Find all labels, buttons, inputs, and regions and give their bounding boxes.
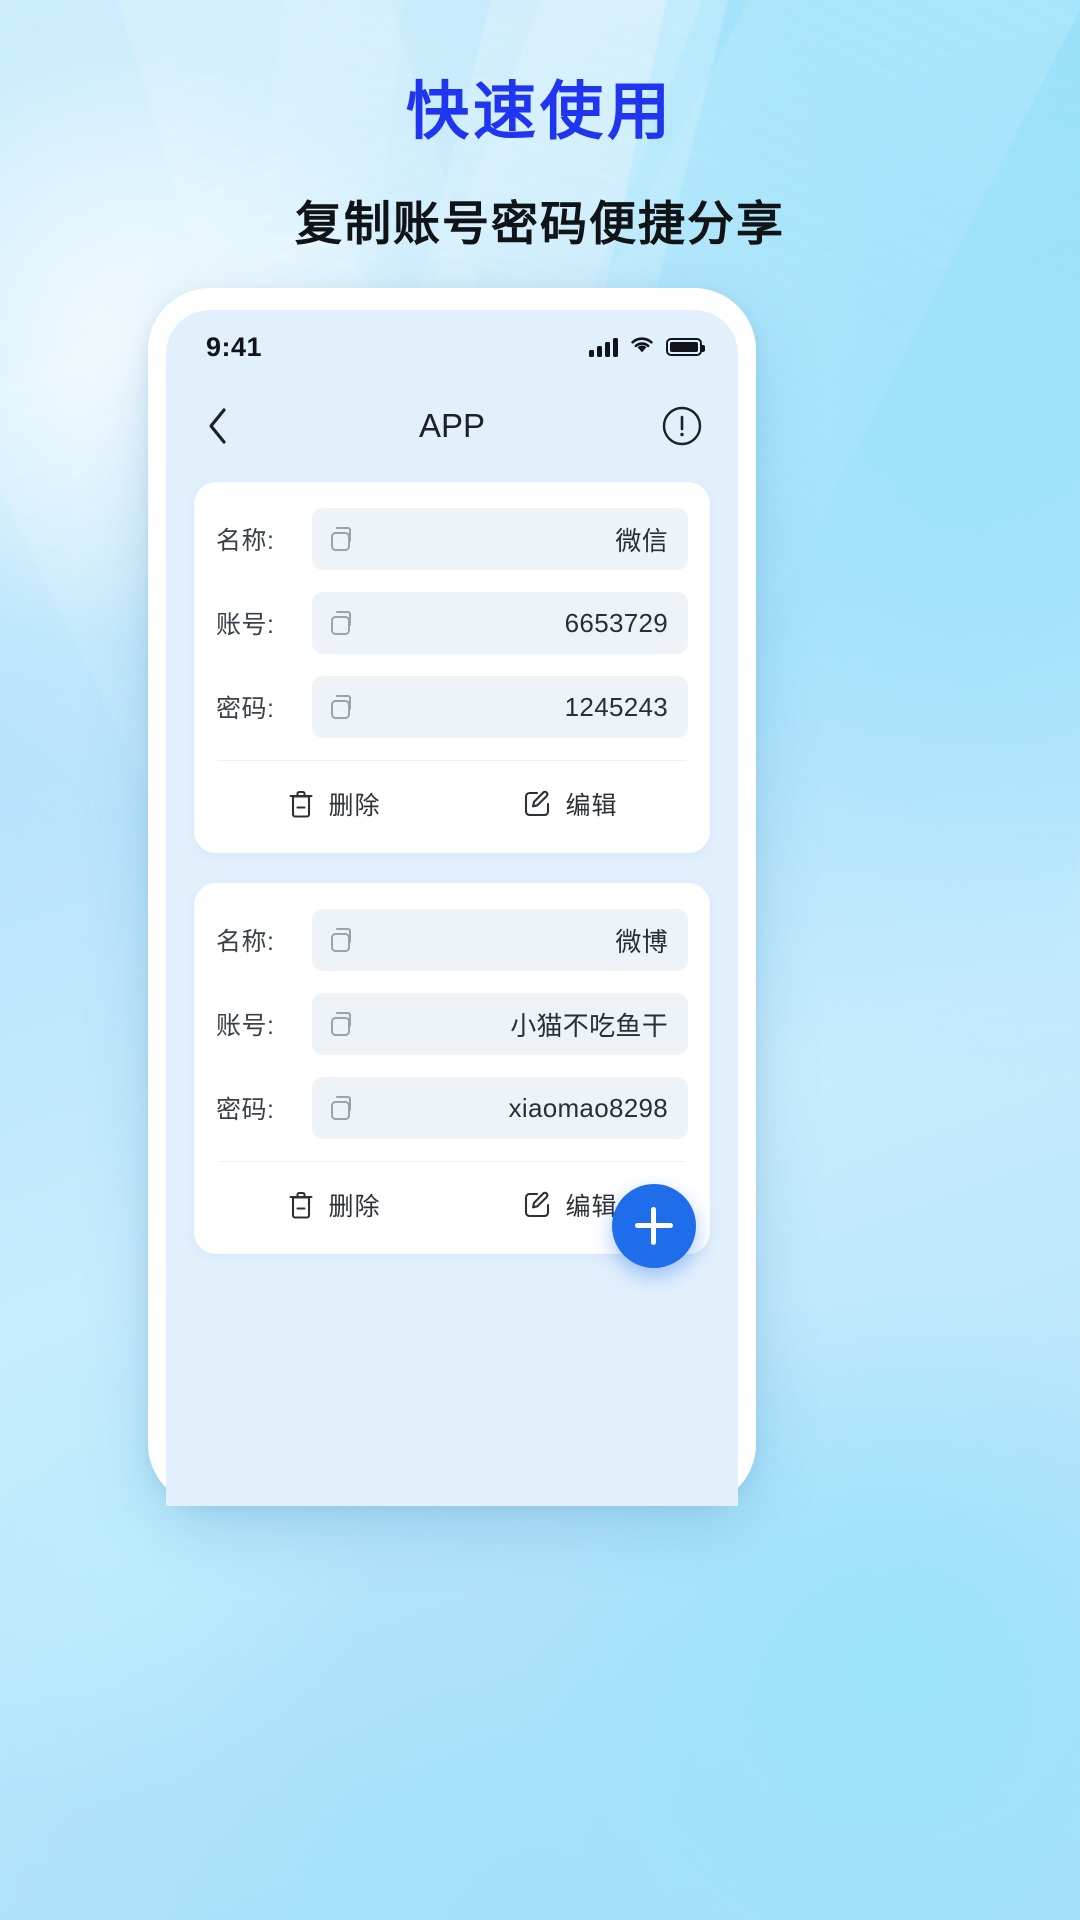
nav-bar: APP: [166, 384, 738, 468]
page-title: APP: [418, 407, 486, 444]
credential-card-list: 名称: 微信 账号: 6653729 密码: 1245243 删除 编辑 名称:…: [166, 468, 738, 1254]
field-row-account: 账号: 6653729: [216, 592, 688, 654]
phone-screen: 9:41 APP 名称: 微信 账号: 6653729 密码: 1245243 …: [166, 310, 738, 1506]
status-bar-icons: [589, 335, 705, 359]
delete-button[interactable]: 删除: [216, 1162, 452, 1248]
card-actions: 删除 编辑: [216, 761, 688, 847]
field-label-name: 名称:: [216, 928, 275, 956]
delete-label: 删除: [328, 792, 381, 820]
copy-icon[interactable]: [328, 524, 358, 554]
promo-title: 快速使用: [406, 77, 674, 147]
chevron-left-icon: [209, 408, 226, 444]
back-button[interactable]: [196, 404, 240, 448]
field-row-password: 密码: xiaomao8298: [216, 1077, 688, 1139]
edit-label: 编辑: [565, 792, 618, 820]
field-row-name: 名称: 微信: [216, 508, 688, 570]
name-value-box[interactable]: 微信: [312, 508, 688, 570]
copy-icon[interactable]: [328, 1009, 358, 1039]
plus-icon: [635, 1207, 673, 1245]
copy-icon[interactable]: [328, 925, 358, 955]
signal-bars-icon: [589, 337, 618, 357]
edit-label: 编辑: [565, 1193, 618, 1221]
exclamation-circle-icon: [662, 406, 702, 446]
password-value-box[interactable]: 1245243: [312, 676, 688, 738]
phone-mockup: 9:41 APP 名称: 微信 账号: 6653729 密码: 1245243 …: [148, 288, 756, 1506]
trash-icon: [289, 790, 314, 818]
field-label-account: 账号:: [216, 611, 275, 639]
pencil-edit-icon: [525, 1191, 550, 1218]
copy-icon[interactable]: [328, 692, 358, 722]
add-credential-fab[interactable]: [612, 1184, 696, 1268]
trash-icon: [289, 1191, 314, 1219]
password-value: 1245243: [564, 691, 668, 722]
wifi-icon: [629, 335, 655, 359]
copy-icon[interactable]: [328, 1093, 358, 1123]
account-value-box[interactable]: 小猫不吃鱼干: [312, 993, 688, 1055]
field-label-password: 密码:: [216, 695, 275, 723]
password-value: xiaomao8298: [508, 1092, 668, 1123]
account-value-box[interactable]: 6653729: [312, 592, 688, 654]
copy-icon[interactable]: [328, 608, 358, 638]
field-label-account: 账号:: [216, 1012, 275, 1040]
account-value: 小猫不吃鱼干: [510, 1010, 668, 1041]
delete-button[interactable]: 删除: [216, 761, 452, 847]
promo-subtitle: 复制账号密码便捷分享: [295, 197, 785, 251]
name-value: 微博: [615, 926, 668, 957]
field-row-account: 账号: 小猫不吃鱼干: [216, 993, 688, 1055]
battery-full-icon: [666, 338, 705, 356]
edit-button[interactable]: 编辑: [452, 761, 688, 847]
field-label-name: 名称:: [216, 527, 275, 555]
field-row-password: 密码: 1245243: [216, 676, 688, 738]
name-value: 微信: [615, 525, 668, 556]
field-row-name: 名称: 微博: [216, 909, 688, 971]
account-value: 6653729: [564, 607, 668, 638]
status-bar: 9:41: [166, 310, 738, 384]
info-button[interactable]: [660, 404, 704, 448]
promo-headings: 快速使用 复制账号密码便捷分享: [0, 77, 1080, 254]
password-value-box[interactable]: xiaomao8298: [312, 1077, 688, 1139]
field-label-password: 密码:: [216, 1096, 275, 1124]
status-bar-time: 9:41: [206, 331, 263, 362]
pencil-edit-icon: [525, 790, 550, 817]
delete-label: 删除: [328, 1193, 381, 1221]
name-value-box[interactable]: 微博: [312, 909, 688, 971]
credential-card: 名称: 微信 账号: 6653729 密码: 1245243 删除 编辑: [194, 482, 710, 853]
